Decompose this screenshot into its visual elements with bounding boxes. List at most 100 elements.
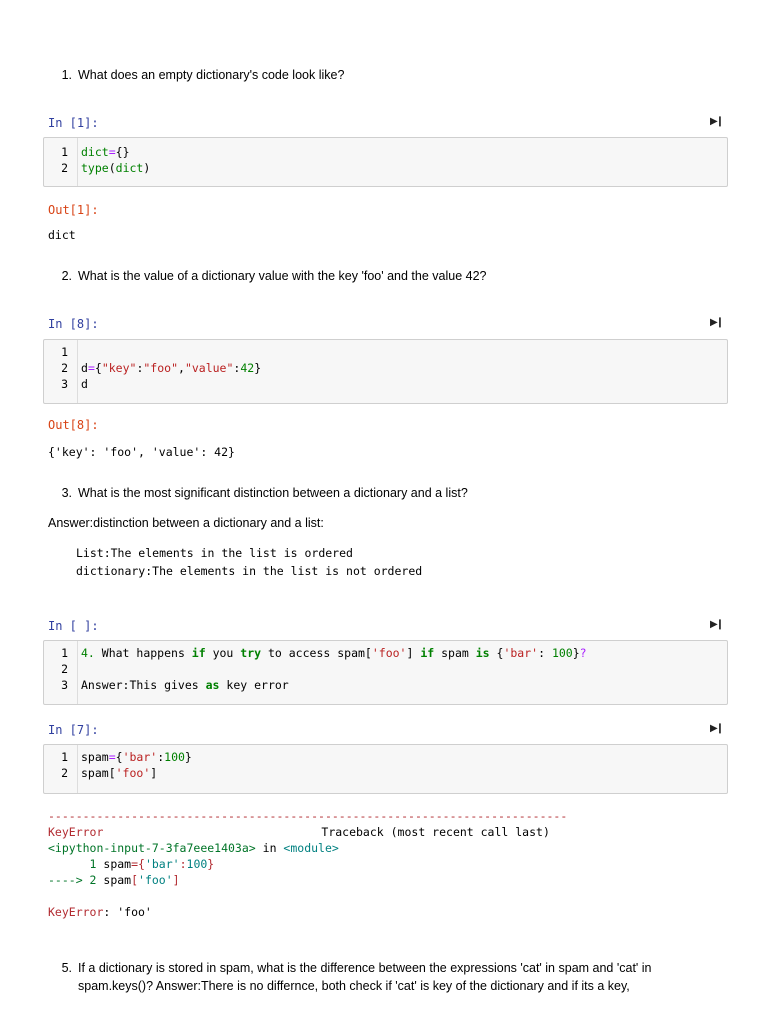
traceback-label: Traceback (most recent call last)	[321, 825, 550, 839]
error-name: KeyError	[48, 905, 104, 919]
code-token: What happens	[94, 646, 192, 660]
code-token: =	[87, 361, 95, 375]
code-token: ]	[406, 646, 421, 660]
code-token: ,	[178, 361, 185, 375]
code-token: }	[572, 646, 580, 660]
question-5: 5. If a dictionary is stored in spam, wha…	[56, 959, 736, 995]
line-gutter	[77, 641, 78, 704]
traceback-line-1: 1 spam={'bar':100}	[48, 856, 567, 872]
code-token: spam	[103, 857, 132, 871]
code-token: 100	[164, 750, 185, 764]
traceback-rule: ----------------------------------------…	[48, 809, 568, 823]
code-line: 3d	[44, 376, 88, 392]
run-cell-icon[interactable]: ▶❙	[710, 317, 724, 328]
code-token: "key"	[101, 361, 137, 375]
code-token: spam	[434, 646, 476, 660]
code-token: 'bar'	[122, 750, 158, 764]
code-line: 1 spam={'bar':100}	[44, 749, 192, 765]
code-token: )	[143, 161, 151, 175]
answer-line: dictionary:The elements in the list is n…	[76, 564, 423, 578]
in-word: in	[255, 841, 284, 855]
code-line: 3 Answer:This gives as key error	[44, 677, 289, 693]
traceback-final: KeyError: 'foo'	[48, 904, 567, 920]
code-text: d	[81, 376, 88, 392]
traceback-output: ----------------------------------------…	[48, 808, 567, 920]
line-number: 2	[61, 161, 68, 175]
output-prompt: Out[1]:	[48, 203, 99, 217]
code-token: if	[420, 646, 435, 660]
code-token: spam	[103, 873, 132, 887]
code-token: if	[191, 646, 206, 660]
run-cell-icon[interactable]: ▶❙	[710, 619, 724, 630]
code-text: spam['foo']	[81, 765, 157, 781]
cell-output: dict	[48, 228, 76, 242]
question-2: 2. What is the value of a dictionary valu…	[56, 269, 487, 283]
question-text: What does an empty dictionary's code loo…	[78, 68, 345, 82]
line-arrow: ----> 2	[48, 873, 104, 887]
code-line: 2 spam['foo']	[44, 765, 157, 781]
line-number: 2	[61, 662, 68, 676]
code-token: spam[	[81, 766, 116, 780]
code-token: :	[179, 857, 187, 871]
input-ref: <ipython-input-7-3fa7eee1403a>	[48, 841, 256, 855]
question-3: 3. What is the most significant distincti…	[56, 486, 468, 500]
run-cell-icon[interactable]: ▶❙	[710, 116, 724, 127]
code-token: }	[207, 857, 215, 871]
question-text-cont: spam.keys()? Answer:There is no differnc…	[78, 979, 630, 993]
code-token: {	[489, 646, 504, 660]
code-line: 2	[44, 661, 68, 677]
code-token: "foo"	[143, 361, 178, 375]
error-message: : 'foo'	[103, 905, 152, 919]
question-number: 5.	[61, 961, 72, 975]
code-cell[interactable]: 1 spam={'bar':100} 2 spam['foo']	[43, 744, 728, 794]
traceback-line-2: ----> 2 spam['foo']	[48, 872, 567, 888]
code-text: type(dict)	[81, 160, 150, 176]
code-token: d	[81, 361, 88, 375]
line-prefix: 1	[48, 857, 104, 871]
input-prompt: In [1]:	[48, 116, 99, 130]
code-token: key error	[219, 678, 289, 692]
code-token: to access spam[	[261, 646, 372, 660]
code-text: spam={'bar':100}	[81, 749, 192, 765]
code-token: 100	[551, 646, 573, 660]
code-token: "value"	[184, 361, 234, 375]
code-text: dict={}	[81, 144, 130, 160]
code-token: Answer:This gives	[81, 678, 206, 692]
code-token: ?	[579, 646, 587, 660]
line-number: 1	[61, 345, 68, 359]
code-text: Answer:This gives as key error	[81, 677, 289, 693]
code-cell[interactable]: 1 2 d={"key":"foo","value":42} 3 d	[43, 339, 728, 404]
question-number: 1.	[61, 68, 72, 82]
line-gutter	[77, 340, 78, 403]
code-token: dict	[81, 145, 109, 159]
question-number: 2.	[61, 269, 72, 283]
code-token: 'foo'	[371, 646, 407, 660]
code-token: as	[205, 678, 220, 692]
question-number: 3.	[61, 486, 72, 500]
code-line: 2 d={"key":"foo","value":42}	[44, 360, 261, 376]
code-token: (	[108, 161, 116, 175]
line-number: 2	[61, 766, 68, 780]
answer-line: List:The elements in the list is ordered	[76, 546, 353, 560]
code-token: [	[131, 873, 139, 887]
line-number: 3	[61, 678, 68, 692]
code-token: =	[108, 145, 116, 159]
code-token: {	[94, 361, 102, 375]
code-cell[interactable]: 1 4. What happens if you try to access sp…	[43, 640, 728, 705]
code-token: 'bar'	[144, 857, 180, 871]
run-cell-icon[interactable]: ▶❙	[710, 723, 724, 734]
code-token: dict	[115, 161, 144, 175]
line-number: 2	[61, 361, 68, 375]
code-token: 42	[240, 361, 255, 375]
code-cell[interactable]: 1 dict={} 2 type(dict)	[43, 137, 728, 187]
code-token: you	[205, 646, 241, 660]
question-text: If a dictionary is stored in spam, what …	[78, 961, 652, 975]
line-number: 1	[61, 750, 68, 764]
question-1: 1. What does an empty dictionary's code l…	[56, 68, 345, 82]
code-token: is	[475, 646, 490, 660]
traceback-header: KeyError Traceback (most recent call last…	[48, 824, 567, 840]
code-text: 4. What happens if you try to access spa…	[81, 645, 587, 661]
line-gutter	[77, 138, 78, 186]
output-prompt: Out[8]:	[48, 418, 99, 432]
code-token: {}	[115, 145, 130, 159]
